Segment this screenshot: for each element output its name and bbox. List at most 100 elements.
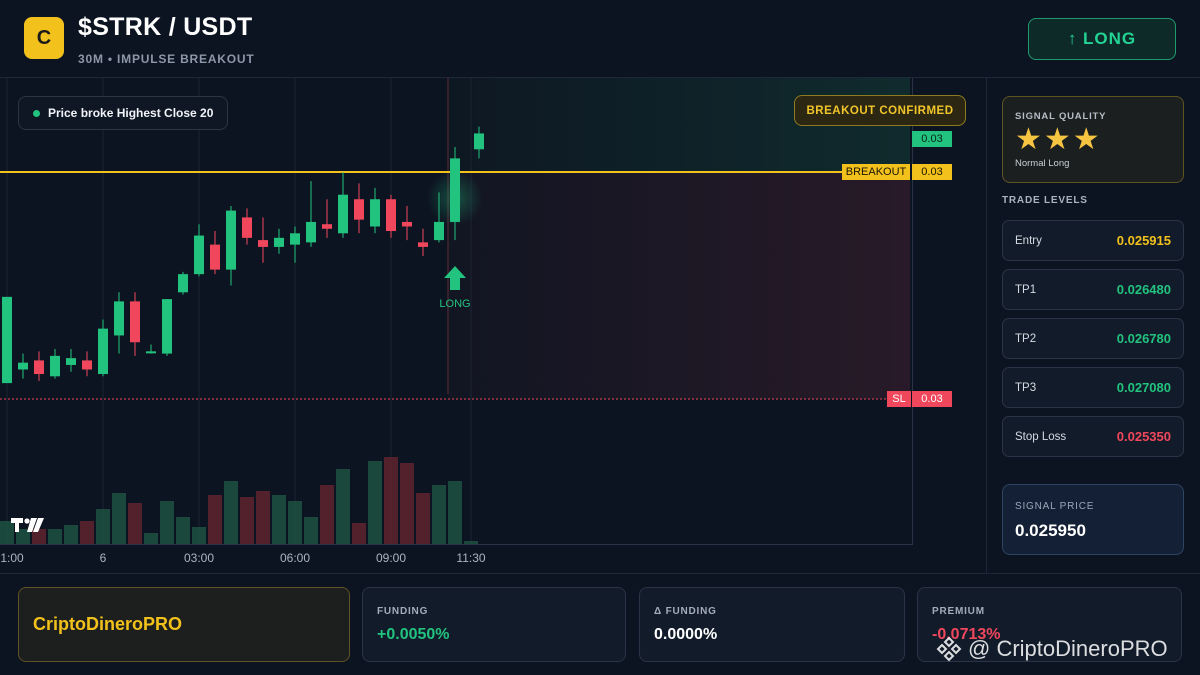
candle-body xyxy=(2,296,12,384)
volume-bar xyxy=(352,523,366,544)
candle-body xyxy=(418,242,428,247)
level-value: 0.027080 xyxy=(1116,380,1171,395)
level-entry: Entry 0.025915 xyxy=(1002,220,1184,261)
volume-bar xyxy=(336,469,350,544)
volume-bar xyxy=(416,493,430,544)
header: C $STRK / USDT 30M • IMPULSE BREAKOUT ↑ … xyxy=(0,0,1200,78)
sl-tag: SL xyxy=(887,391,911,407)
level-name: Stop Loss xyxy=(1015,430,1067,443)
candle-body xyxy=(354,199,364,220)
level-tp3: TP3 0.027080 xyxy=(1002,367,1184,408)
trade-levels-title: TRADE LEVELS xyxy=(1002,195,1088,206)
breakout-confirmed-badge: BREAKOUT CONFIRMED xyxy=(794,95,966,126)
candle-body xyxy=(194,235,204,275)
info-pill: Price broke Highest Close 20 xyxy=(18,96,229,130)
x-tick: 1:00 xyxy=(0,551,24,565)
long-button[interactable]: ↑ LONG xyxy=(1028,18,1176,60)
level-tp2: TP2 0.026780 xyxy=(1002,318,1184,359)
candle-body xyxy=(402,221,412,227)
volume-bar xyxy=(80,521,94,544)
candle-body xyxy=(290,233,300,245)
x-tick: 03:00 xyxy=(183,551,215,565)
volume-bar xyxy=(272,495,286,544)
volume-bar xyxy=(192,527,206,544)
price-chart[interactable]: LONG xyxy=(0,78,913,545)
candle-body xyxy=(242,217,252,238)
volume-bar xyxy=(288,501,302,544)
current-price-tag: 0.03 xyxy=(912,131,952,147)
funding-card: FUNDING +0.0050% xyxy=(362,587,626,662)
sl-price-tag: 0.03 xyxy=(912,391,952,407)
signal-quality-label: SIGNAL QUALITY xyxy=(1015,111,1107,122)
signal-quality-sub: Normal Long xyxy=(1015,158,1070,169)
breakout-tag: BREAKOUT xyxy=(842,164,910,180)
candle-body xyxy=(114,301,124,336)
volume-bar xyxy=(256,491,270,544)
level-value: 0.026780 xyxy=(1116,331,1171,346)
candle-body xyxy=(50,355,60,377)
level-value: 0.026480 xyxy=(1116,282,1171,297)
premium-label: PREMIUM xyxy=(932,606,985,617)
level-name: TP2 xyxy=(1015,332,1037,345)
watermark-text: @ CriptoDineroPRO xyxy=(968,636,1168,661)
volume-bar xyxy=(64,525,78,544)
candle-body xyxy=(130,301,140,343)
volume-bar xyxy=(48,529,62,544)
candle-body xyxy=(386,199,396,232)
funding-label: FUNDING xyxy=(377,606,429,617)
candle-body xyxy=(450,158,460,222)
app-logo: C xyxy=(24,17,64,59)
level-name: TP1 xyxy=(1015,283,1037,296)
volume-bar xyxy=(448,481,462,544)
candle-body xyxy=(258,240,268,247)
volume-bar xyxy=(128,503,142,544)
volume-bar xyxy=(464,541,478,544)
watermark: @ CriptoDineroPRO xyxy=(936,636,1168,662)
candle-body xyxy=(226,210,236,270)
breakout-price-tag: 0.03 xyxy=(912,164,952,180)
volume-bar xyxy=(384,457,398,544)
volume-bar xyxy=(368,461,382,544)
candle-body xyxy=(274,237,284,247)
candle-body xyxy=(210,244,220,270)
star-rating-icon: ★★★ xyxy=(1015,123,1102,156)
delta-funding-card: Δ FUNDING 0.0000% xyxy=(639,587,905,662)
pair-title: $STRK / USDT xyxy=(78,13,253,41)
volume-bar xyxy=(400,463,414,544)
volume-bar xyxy=(144,533,158,544)
volume-bar xyxy=(176,517,190,544)
candle-body xyxy=(82,360,92,370)
signal-price-label: SIGNAL PRICE xyxy=(1015,501,1095,512)
candle-body xyxy=(18,362,28,370)
brand-card: CriptoDineroPRO xyxy=(18,587,350,662)
binance-icon xyxy=(936,636,962,662)
candle-body xyxy=(98,328,108,375)
volume-bar xyxy=(240,497,254,544)
level-name: Entry xyxy=(1015,234,1042,247)
volume-bar xyxy=(320,485,334,544)
info-pill-text: Price broke Highest Close 20 xyxy=(48,106,214,120)
signal-price-card: SIGNAL PRICE 0.025950 xyxy=(1002,484,1184,555)
delta-funding-value: 0.0000% xyxy=(654,626,718,643)
level-tp1: TP1 0.026480 xyxy=(1002,269,1184,310)
candle-body xyxy=(338,194,348,234)
candle-body xyxy=(34,360,44,375)
tradingview-logo xyxy=(11,518,44,532)
level-stop-loss: Stop Loss 0.025350 xyxy=(1002,416,1184,457)
level-value: 0.025915 xyxy=(1116,233,1171,248)
x-tick: 09:00 xyxy=(375,551,407,565)
volume-bar xyxy=(112,493,126,544)
candle-body xyxy=(306,221,316,243)
funding-value: +0.0050% xyxy=(377,626,450,643)
volume-bar xyxy=(224,481,238,544)
candle-body xyxy=(370,199,380,227)
candle-body xyxy=(66,358,76,365)
candle-body xyxy=(474,133,484,150)
candle-body xyxy=(322,224,332,229)
signal-price-value: 0.025950 xyxy=(1015,521,1086,540)
x-tick: 06:00 xyxy=(279,551,311,565)
volume-bar xyxy=(304,517,318,544)
x-tick: 11:30 xyxy=(456,551,486,565)
long-marker-label: LONG xyxy=(439,298,470,310)
level-value: 0.025350 xyxy=(1116,429,1171,444)
